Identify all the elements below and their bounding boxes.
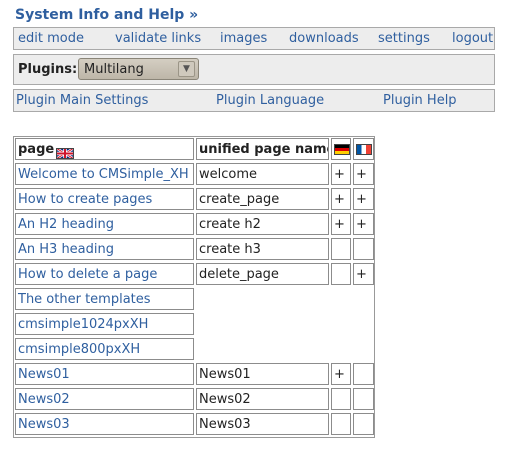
unified-name: create h3 [196, 238, 329, 260]
unified-name: welcome [196, 163, 329, 185]
edit-mode-link[interactable]: edit mode [18, 31, 84, 46]
column-header-de [331, 138, 351, 160]
logout-link[interactable]: logout [452, 31, 493, 46]
plugin-language-link[interactable]: Plugin Language [216, 93, 324, 108]
fr-marker: + [353, 213, 374, 235]
german-flag-icon [334, 144, 350, 155]
page-link[interactable]: News02 [15, 388, 194, 410]
de-marker: + [331, 163, 351, 185]
page-link[interactable]: News03 [15, 413, 194, 435]
unified-name: News02 [196, 388, 329, 410]
de-marker: + [331, 363, 351, 385]
page-link[interactable]: cmsimple1024pxXH [15, 313, 194, 335]
page-title[interactable]: System Info and Help » [15, 7, 198, 23]
de-marker [331, 413, 351, 435]
page-link[interactable]: How to create pages [15, 188, 194, 210]
fr-marker [353, 413, 374, 435]
chevron-down-icon[interactable]: ▼ [178, 61, 195, 77]
plugin-menu: Plugin Main Settings Plugin Language Plu… [13, 89, 495, 112]
uk-flag-graphic [55, 146, 75, 159]
column-header-page-label: page [18, 142, 55, 157]
unified-name: News03 [196, 413, 329, 435]
french-flag-icon [356, 144, 372, 155]
admin-menu: edit mode validate links images download… [13, 27, 495, 50]
plugin-select[interactable]: Multilang ▼ [78, 58, 199, 80]
page-link[interactable]: How to delete a page [15, 263, 194, 285]
fr-marker [353, 363, 374, 385]
unified-name: create h2 [196, 213, 329, 235]
page-link[interactable]: Welcome to CMSimple_XH [15, 163, 194, 185]
page-table: page unified page name Welcome to CMSimp… [13, 136, 375, 438]
plugin-main-settings-link[interactable]: Plugin Main Settings [16, 93, 148, 108]
fr-marker [353, 388, 374, 410]
unified-name: create_page [196, 188, 329, 210]
page-link[interactable]: cmsimple800pxXH [15, 338, 194, 360]
page-link[interactable]: An H2 heading [15, 213, 194, 235]
column-header-fr [353, 138, 374, 160]
de-marker [331, 388, 351, 410]
plugins-label: Plugins: [18, 62, 78, 77]
fr-marker: + [353, 263, 374, 285]
uk-flag-icon [55, 145, 75, 159]
page-link[interactable]: The other templates [15, 288, 194, 310]
de-marker [331, 238, 351, 260]
fr-marker: + [353, 188, 374, 210]
settings-link[interactable]: settings [378, 31, 430, 46]
column-header-unified: unified page name [196, 138, 329, 160]
unified-name: delete_page [196, 263, 329, 285]
plugins-bar: Plugins: Multilang ▼ [13, 54, 495, 85]
plugin-select-value: Multilang [84, 62, 144, 77]
validate-links-link[interactable]: validate links [115, 31, 201, 46]
de-marker: + [331, 188, 351, 210]
fr-marker [353, 238, 374, 260]
fr-marker: + [353, 163, 374, 185]
de-marker: + [331, 213, 351, 235]
plugin-help-link[interactable]: Plugin Help [383, 93, 457, 108]
column-header-page: page [15, 138, 194, 160]
unified-name: News01 [196, 363, 329, 385]
de-marker [331, 263, 351, 285]
downloads-link[interactable]: downloads [289, 31, 359, 46]
page-link[interactable]: An H3 heading [15, 238, 194, 260]
images-link[interactable]: images [220, 31, 267, 46]
page-link[interactable]: News01 [15, 363, 194, 385]
